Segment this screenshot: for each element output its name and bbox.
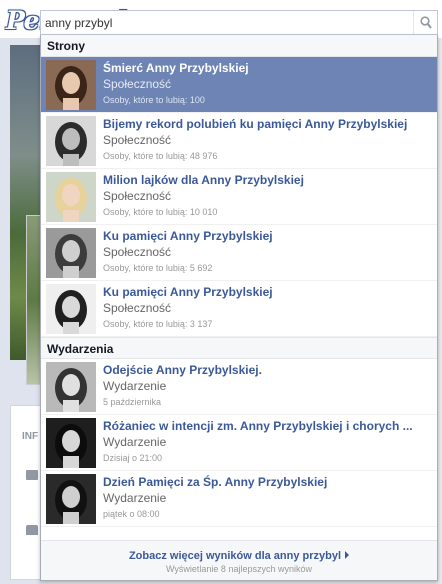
result-text: Odejście Anny Przybylskiej. Wydarzenie 5 p… [103,363,429,409]
section-header-events: Wydarzenia [41,337,437,359]
briefcase-icon [26,470,38,480]
result-title: Dzień Pamięci za Śp. Anny Przybylskiej [103,475,328,489]
result-meta: 5 października [103,397,162,407]
thumbnail-photo [46,60,96,110]
result-text: Dzień Pamięci za Śp. Anny Przybylskiej Wy… [103,475,429,521]
thumbnail-photo [46,284,96,334]
result-category: Wydarzenie [103,435,167,449]
result-text: Milion lajków dla Anny Przybylskiej Społe… [103,173,429,219]
result-title: Ku pamięci Anny Przybylskiej [103,285,273,299]
thumbnail-photo [46,228,96,278]
arrow-right-icon [345,551,350,559]
result-title: Różaniec w intencji zm. Anny Przybylskie… [103,419,413,433]
result-meta: Dzisiaj o 21:00 [103,453,163,463]
result-meta: Osoby, które to lubią: 48 976 [103,151,218,161]
result-meta: Osoby, które to lubią: 3 137 [103,319,213,329]
result-text: Bijemy rekord polubień ku pamięci Anny P… [103,117,429,163]
search-result-item[interactable]: Ku pamięci Anny Przybylskiej Społeczność O… [41,281,437,337]
result-text: Ku pamięci Anny Przybylskiej Społeczność O… [103,285,429,331]
thumbnail-photo [46,474,96,524]
result-category: Społeczność [103,301,172,315]
search-result-item[interactable]: Dzień Pamięci za Śp. Anny Przybylskiej Wy… [41,471,437,527]
result-category: Wydarzenie [103,379,167,393]
search-results-dropdown: Strony Śmierć Anny Przybylskiej Społeczno… [40,35,438,581]
search-result-item[interactable]: Bijemy rekord polubień ku pamięci Anny P… [41,113,437,169]
see-more-results-link[interactable]: Zobacz więcej wyników dla anny przybyl [41,549,437,563]
result-category: Społeczność [103,245,172,259]
section-header-pages: Strony [41,35,437,57]
search-box [40,10,438,35]
result-text: Różaniec w intencji zm. Anny Przybylskie… [103,419,429,465]
search-icon [420,16,432,29]
result-title: Milion lajków dla Anny Przybylskiej [103,173,304,187]
search-result-item[interactable]: Odejście Anny Przybylskiej. Wydarzenie 5 p… [41,359,437,415]
search-button[interactable] [413,11,437,34]
result-category: Społeczność [103,133,172,147]
see-more-label: Zobacz więcej wyników dla anny przybyl [128,550,342,562]
result-category: Społeczność [103,77,172,91]
result-meta: piątek o 08:00 [103,509,160,519]
search-result-item[interactable]: Śmierć Anny Przybylskiej Społeczność Osoby… [41,57,437,113]
school-icon [26,525,38,535]
search-result-item[interactable]: Ku pamięci Anny Przybylskiej Społeczność O… [41,225,437,281]
thumbnail-photo [46,418,96,468]
info-label: INF [22,431,39,442]
top-bar: Penerapl [0,0,442,38]
search-result-item[interactable]: Różaniec w intencji zm. Anny Przybylskie… [41,415,437,471]
thumbnail-photo [46,172,96,222]
results-footer: Zobacz więcej wyników dla anny przybyl W… [41,540,437,580]
result-category: Społeczność [103,189,172,203]
result-text: Ku pamięci Anny Przybylskiej Społeczność O… [103,229,429,275]
search-input[interactable] [45,14,405,32]
result-meta: Osoby, które to lubią: 10 010 [103,207,218,217]
results-count-note: Wyświetlanie 8 najlepszych wyników [166,564,312,574]
result-meta: Osoby, które to lubią: 5 692 [103,263,213,273]
result-title: Bijemy rekord polubień ku pamięci Anny P… [103,117,408,131]
result-category: Wydarzenie [103,491,167,505]
thumbnail-photo [46,116,96,166]
search-result-item[interactable]: Milion lajków dla Anny Przybylskiej Społe… [41,169,437,225]
result-title: Śmierć Anny Przybylskiej [103,61,249,75]
result-meta: Osoby, które to lubią: 100 [103,95,205,105]
thumbnail-photo [46,362,96,412]
result-text: Śmierć Anny Przybylskiej Społeczność Osoby… [103,61,429,107]
result-title: Odejście Anny Przybylskiej. [103,363,262,377]
result-title: Ku pamięci Anny Przybylskiej [103,229,273,243]
